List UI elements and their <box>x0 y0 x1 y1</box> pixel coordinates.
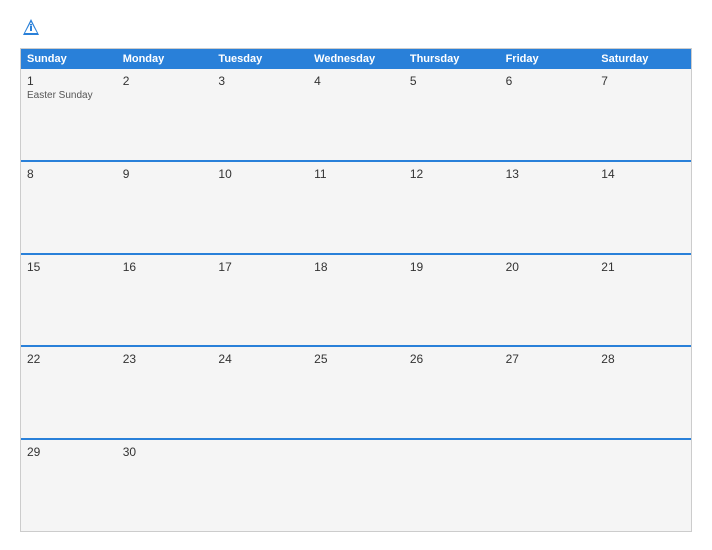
calendar-cell: 30 <box>117 440 213 531</box>
day-number: 9 <box>123 167 207 181</box>
calendar-cell: 23 <box>117 347 213 438</box>
calendar-cell <box>308 440 404 531</box>
calendar-cell: 7 <box>595 69 691 160</box>
calendar-cell: 19 <box>404 255 500 346</box>
calendar-cell <box>500 440 596 531</box>
day-number: 7 <box>601 74 685 88</box>
calendar-cell: 5 <box>404 69 500 160</box>
calendar-week: 89 10 11 12 13 14 <box>21 160 691 253</box>
calendar: SundayMondayTuesdayWednesdayThursdayFrid… <box>20 48 692 532</box>
calendar-cell <box>212 440 308 531</box>
weekday-header: Thursday <box>404 49 500 69</box>
day-number: 11 <box>314 167 398 181</box>
calendar-cell: 27 <box>500 347 596 438</box>
day-number: 21 <box>601 260 685 274</box>
day-number: 1 <box>27 74 111 88</box>
day-number: 30 <box>123 445 207 459</box>
day-number: 18 <box>314 260 398 274</box>
logo-icon <box>22 18 40 36</box>
weekday-header: Sunday <box>21 49 117 69</box>
weekday-header: Friday <box>500 49 596 69</box>
calendar-week: 15 16 17 18 19 20 21 <box>21 253 691 346</box>
day-number: 2 <box>123 74 207 88</box>
day-number: 5 <box>410 74 494 88</box>
calendar-week: 1 Easter Sunday 234567 <box>21 69 691 160</box>
calendar-cell: 20 <box>500 255 596 346</box>
calendar-cell: 4 <box>308 69 404 160</box>
day-number: 16 <box>123 260 207 274</box>
day-number: 19 <box>410 260 494 274</box>
day-number: 28 <box>601 352 685 366</box>
calendar-cell <box>595 440 691 531</box>
calendar-cell: 16 <box>117 255 213 346</box>
calendar-cell: 17 <box>212 255 308 346</box>
calendar-cell: 29 <box>21 440 117 531</box>
day-number: 25 <box>314 352 398 366</box>
day-number: 29 <box>27 445 111 459</box>
calendar-body: 1Easter Sunday23456789101112131415161718… <box>21 69 691 531</box>
calendar-cell: 28 <box>595 347 691 438</box>
day-number: 17 <box>218 260 302 274</box>
weekday-header: Wednesday <box>308 49 404 69</box>
calendar-cell: 18 <box>308 255 404 346</box>
calendar-cell: 15 <box>21 255 117 346</box>
day-number: 22 <box>27 352 111 366</box>
calendar-cell: 6 <box>500 69 596 160</box>
calendar-cell: 22 <box>21 347 117 438</box>
calendar-cell: 13 <box>500 162 596 253</box>
day-number: 3 <box>218 74 302 88</box>
calendar-week: 22 23 24 25 26 27 28 <box>21 345 691 438</box>
day-number: 13 <box>506 167 590 181</box>
calendar-cell <box>404 440 500 531</box>
day-number: 23 <box>123 352 207 366</box>
calendar-cell: 11 <box>308 162 404 253</box>
day-number: 24 <box>218 352 302 366</box>
day-number: 12 <box>410 167 494 181</box>
calendar-cell: 25 <box>308 347 404 438</box>
day-number: 15 <box>27 260 111 274</box>
calendar-cell: 10 <box>212 162 308 253</box>
day-number: 27 <box>506 352 590 366</box>
calendar-cell: 24 <box>212 347 308 438</box>
calendar-cell: 9 <box>117 162 213 253</box>
day-number: 26 <box>410 352 494 366</box>
calendar-cell: 26 <box>404 347 500 438</box>
day-number: 20 <box>506 260 590 274</box>
calendar-cell: 1 Easter Sunday <box>21 69 117 160</box>
day-number: 14 <box>601 167 685 181</box>
calendar-cell: 14 <box>595 162 691 253</box>
weekday-header: Monday <box>117 49 213 69</box>
calendar-cell: 2 <box>117 69 213 160</box>
calendar-cell: 3 <box>212 69 308 160</box>
page: SundayMondayTuesdayWednesdayThursdayFrid… <box>0 0 712 550</box>
calendar-week: 29 30 <box>21 438 691 531</box>
weekday-header: Saturday <box>595 49 691 69</box>
day-number: 4 <box>314 74 398 88</box>
header <box>20 18 692 38</box>
weekday-header: Tuesday <box>212 49 308 69</box>
calendar-cell: 12 <box>404 162 500 253</box>
logo <box>20 18 40 38</box>
day-number: 6 <box>506 74 590 88</box>
day-number: 8 <box>27 167 111 181</box>
calendar-cell: 8 <box>21 162 117 253</box>
calendar-cell: 21 <box>595 255 691 346</box>
day-number: 10 <box>218 167 302 181</box>
calendar-header: SundayMondayTuesdayWednesdayThursdayFrid… <box>21 49 691 69</box>
day-event: Easter Sunday <box>27 90 111 101</box>
